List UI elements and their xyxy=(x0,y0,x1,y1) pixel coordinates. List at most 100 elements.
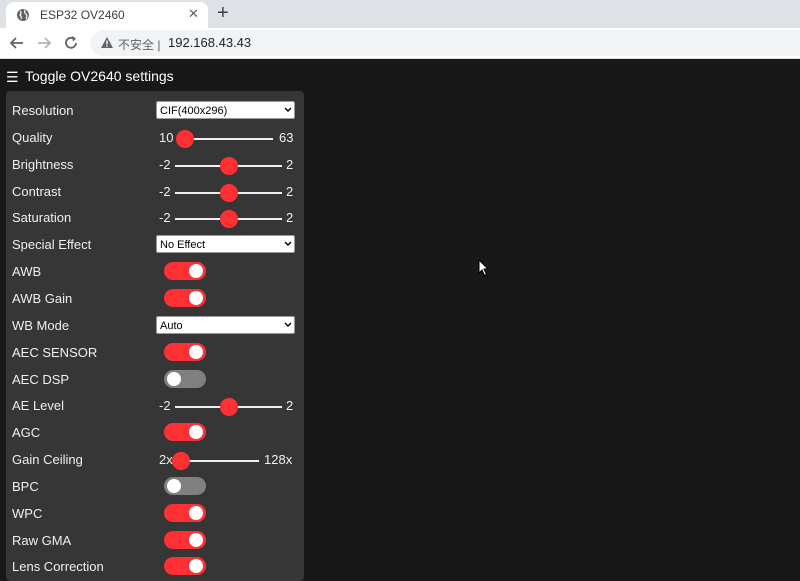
setting-row-aec-dsp: AEC DSP xyxy=(6,368,304,392)
select-value: CIF(400x296) xyxy=(160,105,228,117)
page-content: ☰ Toggle OV2640 settings Resolution CIF(4… xyxy=(0,59,800,581)
awb-gain-toggle[interactable] xyxy=(164,288,206,307)
menu-icon[interactable]: ☰ xyxy=(6,69,19,86)
bpc-toggle[interactable] xyxy=(164,476,206,495)
raw-gma-toggle[interactable] xyxy=(164,530,206,549)
resolution-select[interactable]: CIF(400x296) xyxy=(156,101,295,119)
setting-label: WPC xyxy=(12,505,43,521)
wb-mode-select[interactable]: Auto xyxy=(156,315,295,334)
lens-correction-toggle[interactable] xyxy=(164,557,206,576)
warning-triangle-icon xyxy=(101,37,113,48)
back-arrow-icon[interactable] xyxy=(8,34,26,52)
globe-icon xyxy=(17,9,29,21)
slider-thumb[interactable] xyxy=(176,129,194,148)
special-effect-select[interactable]: No Effect xyxy=(156,235,295,254)
mouse-cursor-icon xyxy=(478,259,490,277)
range-min-label: -2 xyxy=(159,156,171,172)
agc-toggle[interactable] xyxy=(164,423,206,442)
setting-label: Lens Correction xyxy=(12,559,104,575)
browser-toolbar: 不安全 | 192.168.43.43 xyxy=(0,28,800,59)
select-value: Auto xyxy=(160,319,183,332)
toggle-knob xyxy=(189,505,203,520)
aec-dsp-toggle[interactable] xyxy=(164,369,206,388)
setting-label: Quality xyxy=(12,129,53,145)
security-status-label: 不安全 | xyxy=(118,38,161,52)
browser-tab[interactable]: ESP32 OV2460 ✕ xyxy=(6,2,208,28)
range-min-label: -2 xyxy=(159,183,171,199)
browser-tab-strip: ESP32 OV2460 ✕ + xyxy=(0,0,800,28)
wpc-toggle[interactable] xyxy=(164,503,206,522)
setting-label: WB Mode xyxy=(12,317,70,333)
reload-icon[interactable] xyxy=(62,34,80,52)
range-max-label: 2 xyxy=(286,156,294,172)
setting-row-resolution: Resolution CIF(400x296) xyxy=(6,99,304,123)
setting-label: Saturation xyxy=(12,210,72,226)
quality-slider[interactable] xyxy=(181,137,273,140)
toggle-knob xyxy=(167,478,181,493)
toggle-knob xyxy=(189,559,203,574)
setting-row-aec-sensor: AEC SENSOR xyxy=(6,341,304,365)
slider-thumb[interactable] xyxy=(172,452,190,471)
range-max-label: 2 xyxy=(286,210,294,226)
address-bar[interactable]: 不安全 | 192.168.43.43 xyxy=(90,30,800,56)
setting-row-lens-correction: Lens Correction xyxy=(6,555,304,579)
setting-label: AEC DSP xyxy=(12,371,70,387)
setting-label: Resolution xyxy=(12,103,74,118)
setting-row-quality: Quality 10 63 xyxy=(6,126,304,150)
toggle-knob xyxy=(189,344,203,359)
setting-label: AWB xyxy=(12,264,42,280)
range-max-label: 128x xyxy=(264,452,293,468)
setting-row-special-effect: Special Effect No Effect xyxy=(6,233,304,257)
tab-title: ESP32 OV2460 xyxy=(40,8,125,22)
awb-toggle[interactable] xyxy=(164,262,206,281)
url-text: 192.168.43.43 xyxy=(168,35,252,50)
aec-sensor-toggle[interactable] xyxy=(164,342,206,361)
range-min-label: 10 xyxy=(159,129,174,145)
setting-row-contrast: Contrast -2 2 xyxy=(6,180,304,204)
toggle-knob xyxy=(189,264,203,279)
range-max-label: 63 xyxy=(279,129,294,145)
setting-label: Gain Ceiling xyxy=(12,452,83,468)
slider-thumb[interactable] xyxy=(219,210,238,229)
setting-row-saturation: Saturation -2 2 xyxy=(6,206,304,230)
settings-panel: Resolution CIF(400x296) Quality 10 63 Brightn… xyxy=(6,91,304,581)
chevron-down-icon xyxy=(284,241,292,247)
setting-label: Raw GMA xyxy=(12,532,72,548)
setting-label: AEC SENSOR xyxy=(12,344,98,360)
setting-row-wb-mode: WB Mode Auto xyxy=(6,314,304,338)
slider-thumb[interactable] xyxy=(219,398,238,417)
setting-label: Brightness xyxy=(12,156,74,172)
setting-label: AE Level xyxy=(12,398,65,414)
setting-row-gain-ceiling: Gain Ceiling 2x 128x xyxy=(6,448,304,472)
close-tab-icon[interactable]: ✕ xyxy=(188,6,199,22)
range-min-label: -2 xyxy=(159,210,171,226)
toggle-knob xyxy=(189,532,203,547)
setting-label: BPC xyxy=(12,478,39,494)
slider-thumb[interactable] xyxy=(219,183,238,202)
slider-thumb[interactable] xyxy=(219,156,238,175)
range-max-label: 2 xyxy=(286,398,294,414)
setting-row-agc: AGC xyxy=(6,421,304,445)
toggle-knob xyxy=(189,290,203,305)
setting-label: AGC xyxy=(12,425,41,441)
chevron-down-icon xyxy=(284,107,292,112)
chevron-down-icon xyxy=(284,322,292,327)
setting-row-bpc: BPC xyxy=(6,475,304,499)
setting-label: AWB Gain xyxy=(12,290,73,306)
range-min-label: 2x xyxy=(159,452,173,468)
range-min-label: -2 xyxy=(159,398,171,414)
setting-label: Special Effect xyxy=(12,237,92,253)
setting-row-awb: AWB xyxy=(6,260,304,284)
setting-row-awb-gain: AWB Gain xyxy=(6,287,304,311)
setting-label: Contrast xyxy=(12,183,62,199)
toggle-settings-label[interactable]: Toggle OV2640 settings xyxy=(25,68,174,84)
toggle-knob xyxy=(189,425,203,440)
forward-arrow-icon[interactable] xyxy=(35,34,53,52)
new-tab-button[interactable]: + xyxy=(217,2,229,24)
setting-row-raw-gma: Raw GMA xyxy=(6,529,304,553)
range-max-label: 2 xyxy=(286,183,294,199)
toggle-knob xyxy=(167,371,181,386)
select-value: No Effect xyxy=(160,239,206,252)
setting-row-wpc: WPC xyxy=(6,502,304,526)
setting-row-brightness: Brightness -2 2 xyxy=(6,153,304,177)
